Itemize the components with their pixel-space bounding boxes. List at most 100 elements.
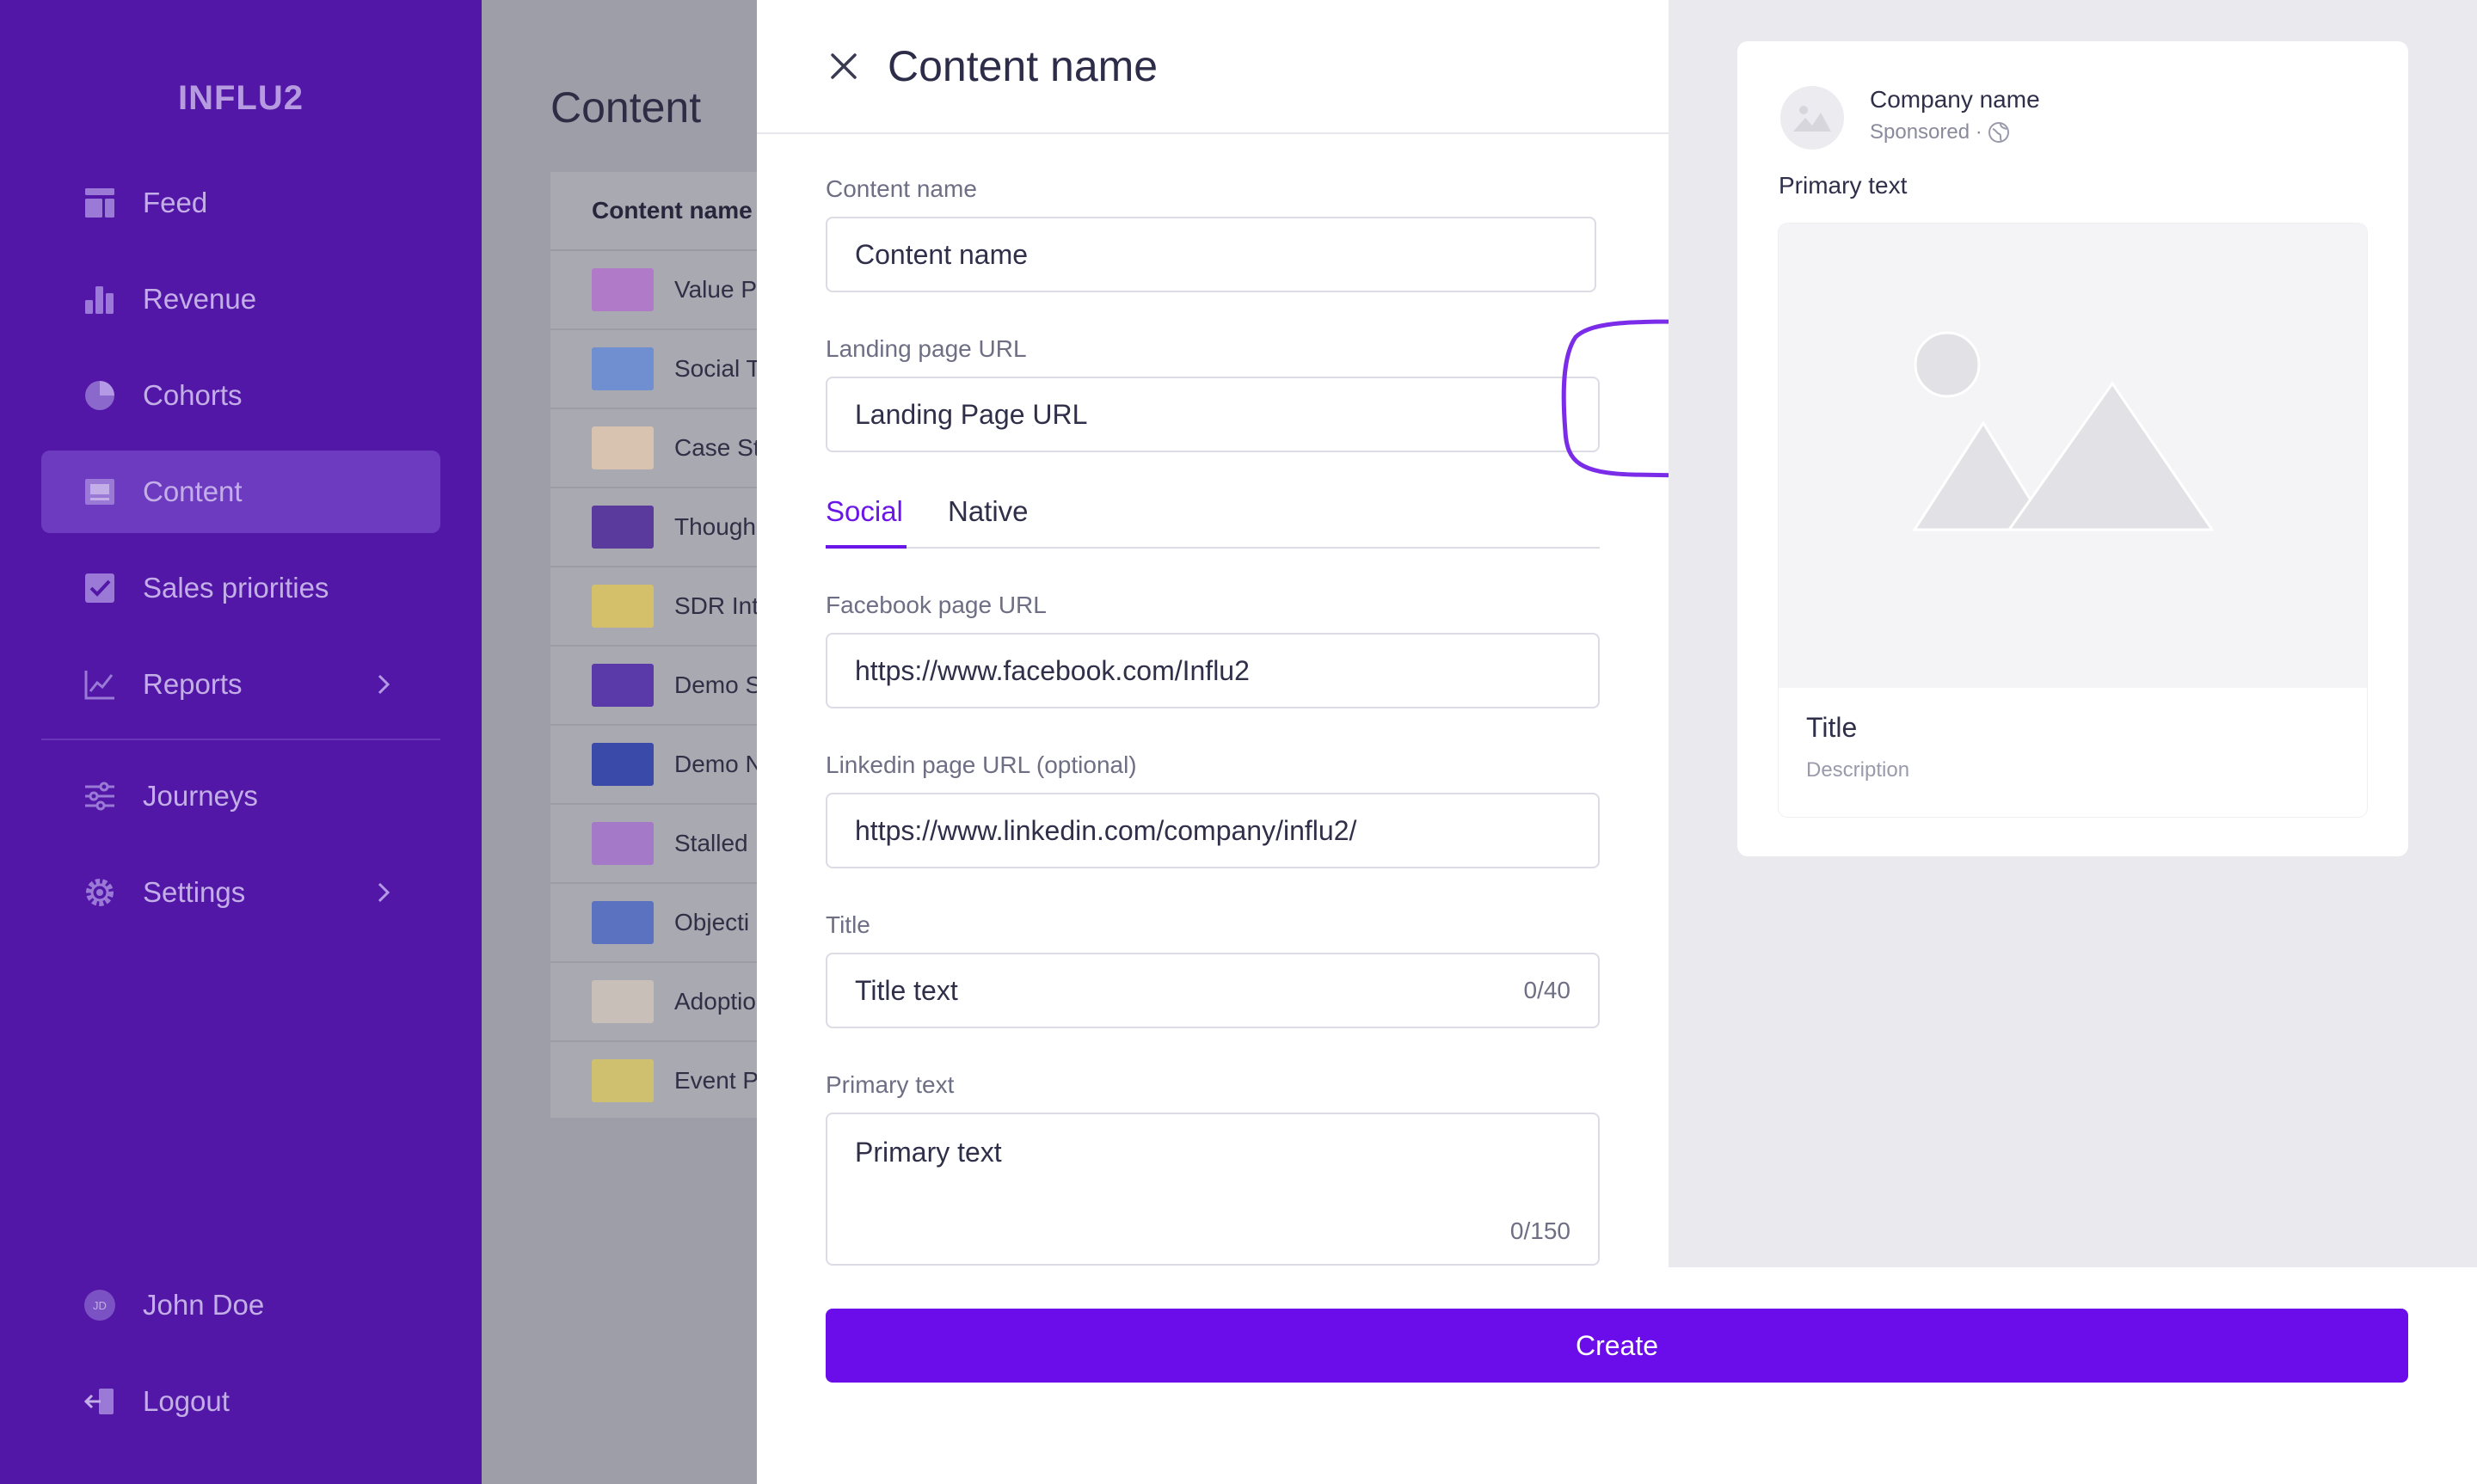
content-thumbnail: [592, 664, 654, 707]
table-row[interactable]: Demo N: [550, 726, 757, 805]
sidebar-item-revenue[interactable]: Revenue: [41, 258, 440, 340]
preview-media-card: Title Description: [1779, 224, 2367, 817]
content-thumbnail: [592, 980, 654, 1023]
checkbox-icon: [83, 571, 117, 605]
pie-chart-icon: [83, 378, 117, 413]
title-input[interactable]: Title text 0/40: [826, 953, 1600, 1028]
page-title: Content: [550, 83, 702, 132]
company-avatar-placeholder: [1780, 86, 1844, 150]
sidebar-item-settings[interactable]: Settings: [41, 851, 440, 934]
linkedin-url-value: https://www.linkedin.com/company/influ2/: [855, 814, 1357, 846]
table-row[interactable]: Value P: [550, 251, 757, 330]
content-thumbnail: [592, 743, 654, 786]
sidebar-item-label: Journeys: [143, 780, 258, 812]
table-row[interactable]: SDR Int: [550, 567, 757, 647]
table-row[interactable]: Social T: [550, 330, 757, 409]
linkedin-url-label: Linkedin page URL (optional): [826, 751, 1137, 778]
table-row[interactable]: Event P: [550, 1042, 757, 1121]
user-profile[interactable]: JD John Doe: [41, 1264, 440, 1346]
preview-company-name: Company name: [1870, 86, 2040, 113]
sidebar: INFLU2 Feed Revenue Cohorts Content Sale…: [0, 0, 482, 1484]
table-row[interactable]: Case St: [550, 409, 757, 488]
line-chart-icon: [83, 667, 117, 702]
content-thumbnail: [592, 822, 654, 865]
content-thumbnail: [592, 506, 654, 549]
content-thumbnail: [592, 1059, 654, 1102]
content-name-input[interactable]: Content name: [826, 217, 1596, 292]
sidebar-item-feed[interactable]: Feed: [41, 162, 440, 244]
sidebar-item-content[interactable]: Content: [41, 451, 440, 533]
table-row[interactable]: Demo S: [550, 647, 757, 726]
sidebar-item-sales-priorities[interactable]: Sales priorities: [41, 547, 440, 629]
ad-preview-card: Company name Sponsored · Primary text Ti…: [1737, 41, 2408, 856]
sidebar-item-journeys[interactable]: Journeys: [41, 755, 440, 837]
sidebar-item-label: Reports: [143, 668, 243, 700]
preview-primary-text: Primary text: [1779, 172, 1908, 199]
table-row[interactable]: Adoptio: [550, 963, 757, 1042]
content-name-label: Content name: [826, 175, 977, 202]
feed-icon: [83, 186, 117, 220]
avatar: JD: [83, 1288, 117, 1322]
content-page-background: Content Content name Value P Social T Ca…: [482, 0, 757, 1484]
close-icon[interactable]: [826, 48, 862, 84]
content-thumbnail: [592, 901, 654, 944]
chevron-right-icon: [368, 877, 399, 908]
sidebar-item-label: Content: [143, 475, 243, 507]
sidebar-item-label: Sales priorities: [143, 572, 329, 604]
globe-icon: [1988, 122, 2009, 143]
tab-native[interactable]: Native: [948, 495, 1029, 528]
content-icon: [83, 475, 117, 509]
primary-text-label: Primary text: [826, 1071, 955, 1098]
app-logo: INFLU2: [178, 79, 304, 117]
content-thumbnail: [592, 268, 654, 311]
title-label: Title: [826, 911, 870, 938]
landing-url-label: Landing page URL: [826, 335, 1027, 362]
linkedin-url-input[interactable]: https://www.linkedin.com/company/influ2/: [826, 793, 1600, 868]
sliders-icon: [83, 779, 117, 813]
sidebar-divider: [41, 739, 440, 740]
facebook-url-input[interactable]: https://www.facebook.com/Influ2: [826, 633, 1600, 708]
content-thumbnail: [592, 347, 654, 390]
preview-image-placeholder: [1779, 224, 2367, 688]
svg-text:JD: JD: [93, 1299, 107, 1312]
title-value: Title text: [855, 974, 958, 1006]
active-tab-indicator: [826, 545, 907, 549]
create-button[interactable]: Create: [826, 1309, 2408, 1383]
sidebar-item-label: Revenue: [143, 283, 257, 315]
sidebar-item-reports[interactable]: Reports: [41, 643, 440, 726]
panel-title: Content name: [888, 42, 1159, 90]
facebook-url-label: Facebook page URL: [826, 592, 1047, 618]
social-native-tabs: Social Native: [826, 487, 1600, 549]
table-row[interactable]: Though: [550, 488, 757, 567]
sidebar-item-label: Settings: [143, 876, 246, 908]
sidebar-item-label: Cohorts: [143, 379, 243, 411]
user-name: John Doe: [143, 1289, 265, 1321]
primary-text-textarea[interactable]: Primary text 0/150: [826, 1113, 1600, 1266]
tab-social[interactable]: Social: [826, 495, 903, 528]
chevron-right-icon: [368, 669, 399, 700]
bar-chart-icon: [83, 282, 117, 316]
title-char-counter: 0/40: [1523, 977, 1571, 1003]
preview-description: Description: [1806, 758, 1910, 782]
content-thumbnail: [592, 585, 654, 628]
logout-button[interactable]: Logout: [41, 1360, 440, 1443]
image-placeholder-icon: [1912, 331, 2215, 531]
image-placeholder-icon: [1793, 106, 1831, 132]
content-table: Content name Value P Social T Case St Th…: [550, 172, 757, 1121]
table-row[interactable]: Stalled: [550, 805, 757, 884]
logout-icon: [83, 1384, 117, 1419]
content-name-value: Content name: [855, 238, 1029, 270]
preview-sponsored: Sponsored ·: [1870, 120, 2010, 144]
landing-url-value: Landing Page URL: [855, 398, 1088, 430]
gear-icon: [83, 875, 117, 910]
landing-url-input[interactable]: Landing Page URL: [826, 377, 1600, 452]
ad-preview-area: Company name Sponsored · Primary text Ti…: [1669, 0, 2477, 1267]
sidebar-item-cohorts[interactable]: Cohorts: [41, 354, 440, 437]
table-row[interactable]: Objecti: [550, 884, 757, 963]
preview-title: Title: [1806, 712, 1858, 743]
create-content-panel: Content name Content name Content name L…: [757, 0, 2477, 1484]
facebook-url-value: https://www.facebook.com/Influ2: [855, 654, 1250, 686]
content-thumbnail: [592, 426, 654, 469]
primary-text-char-counter: 0/150: [1509, 1217, 1570, 1244]
sidebar-item-label: Feed: [143, 187, 208, 218]
